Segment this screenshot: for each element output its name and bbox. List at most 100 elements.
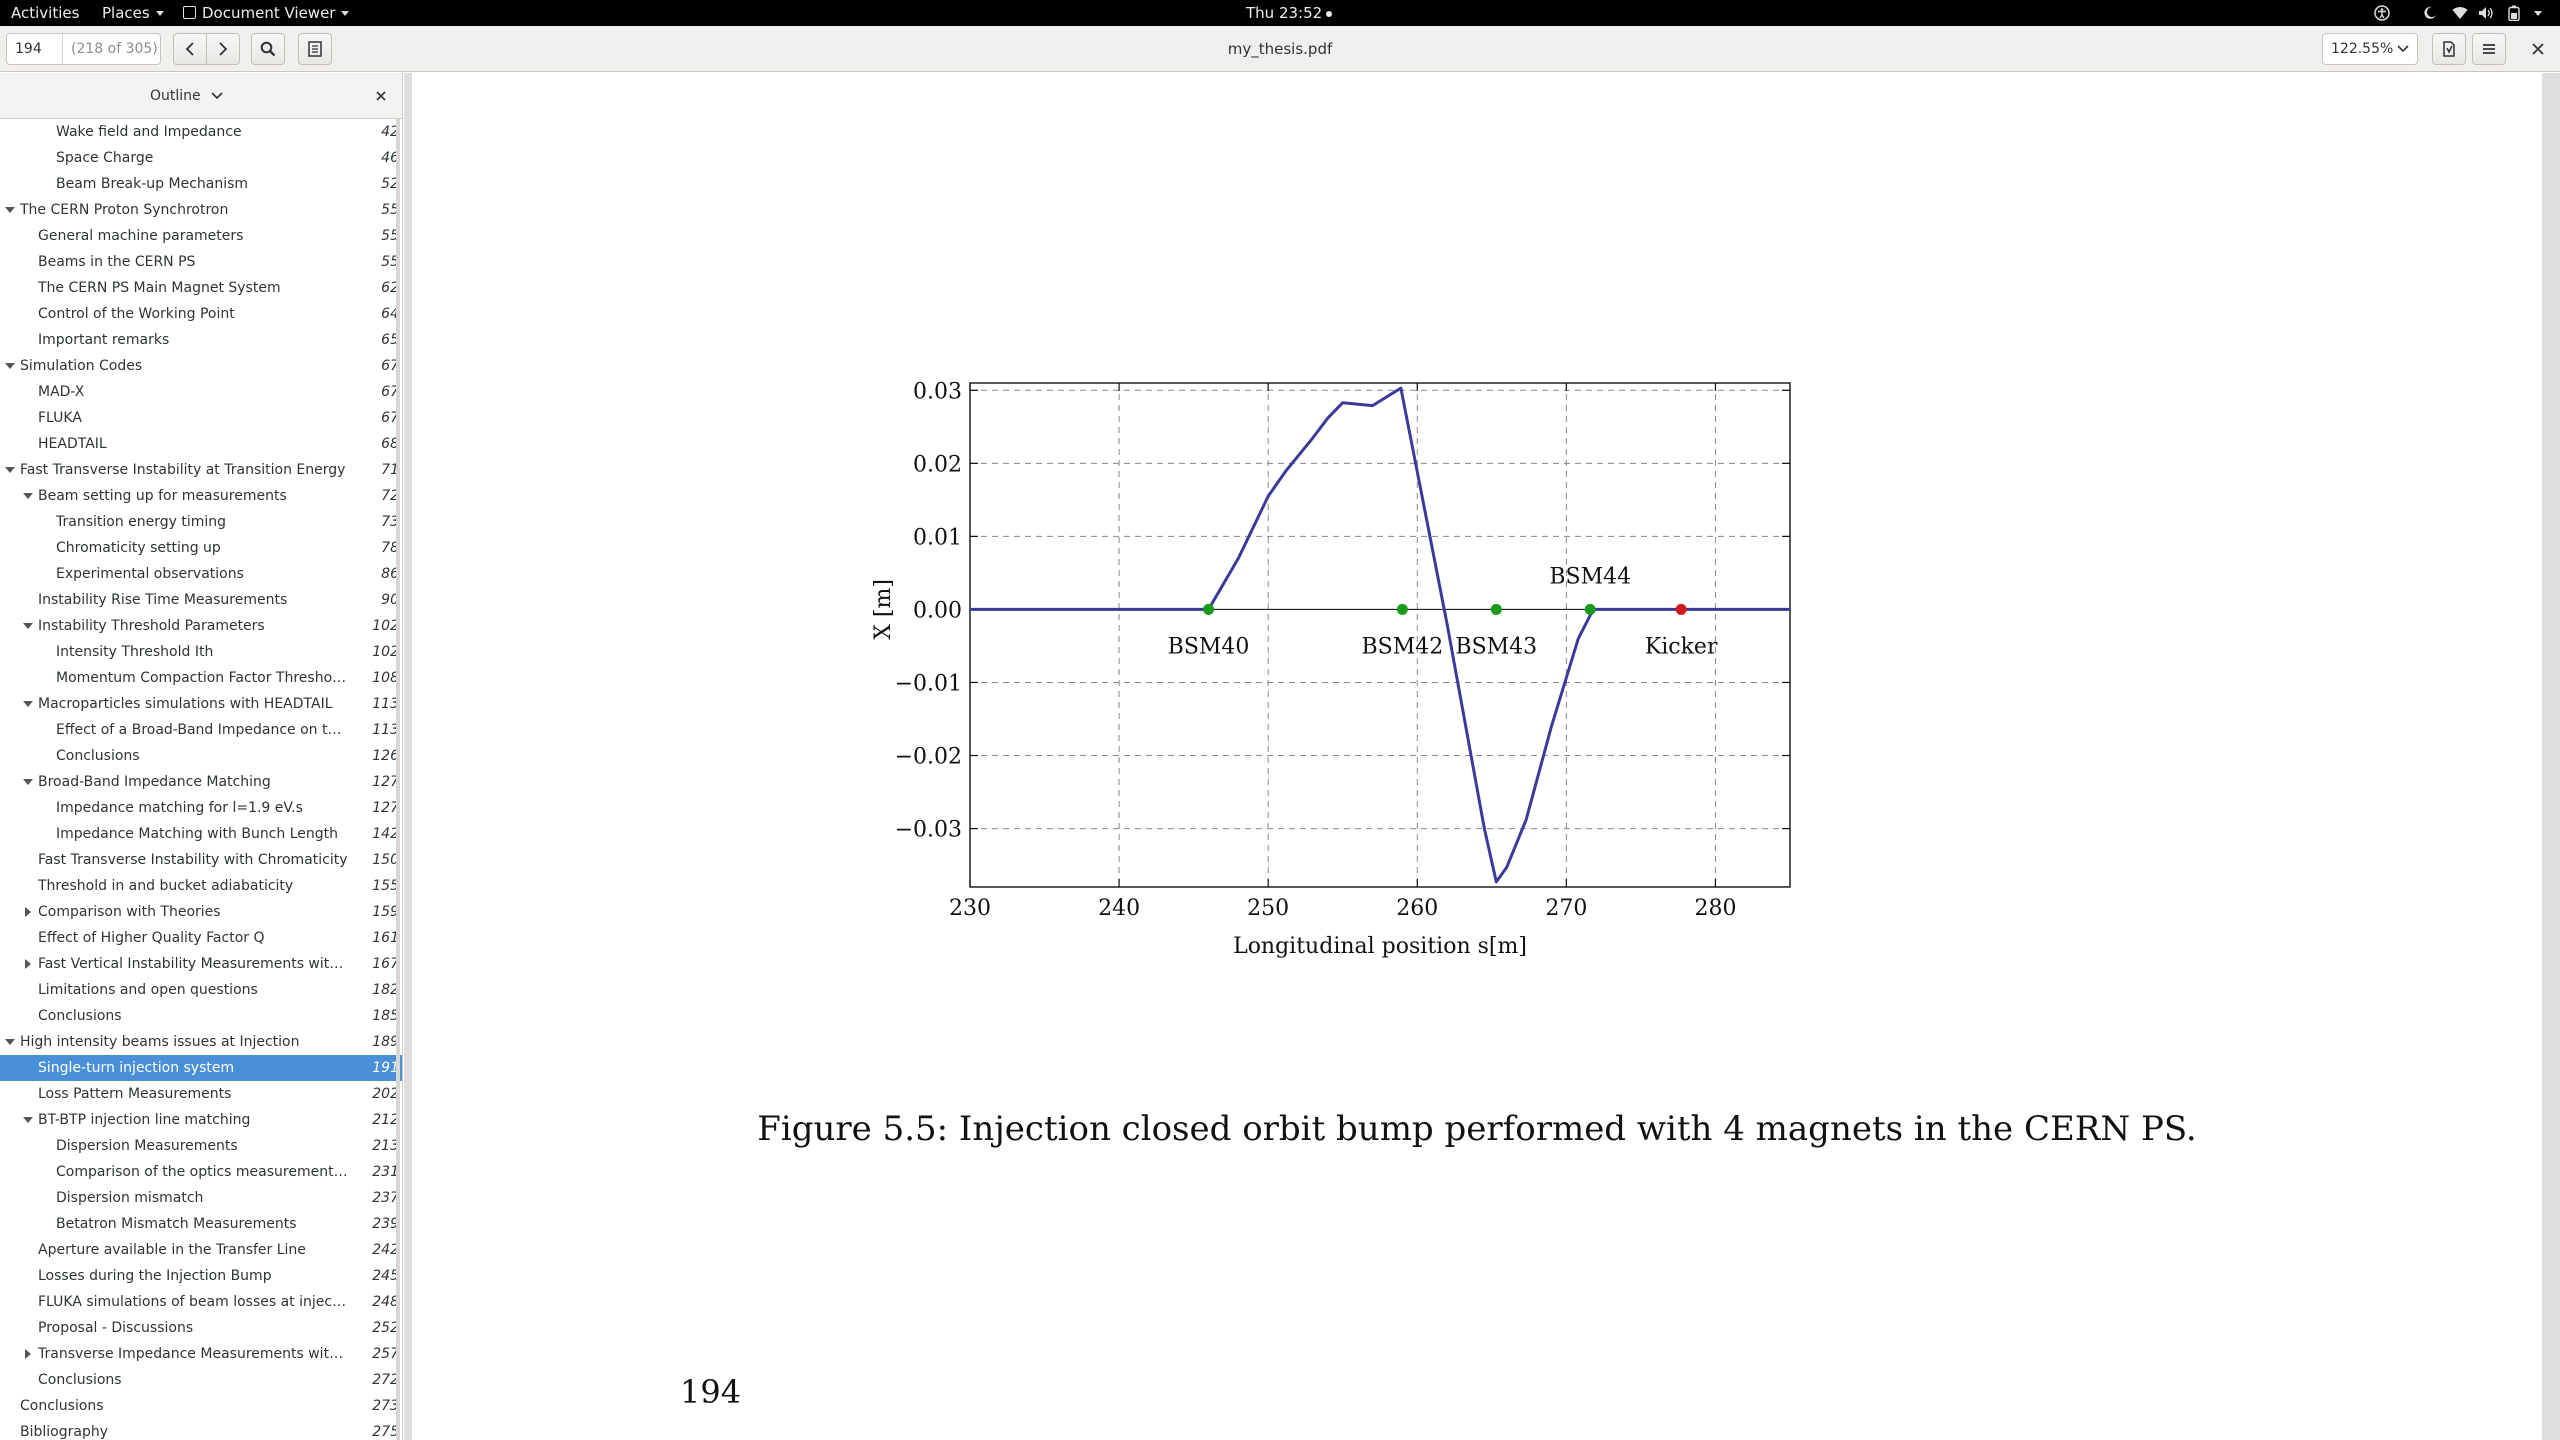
expander-expanded-icon[interactable] [20, 769, 36, 795]
battery-icon[interactable] [2502, 0, 2526, 26]
go-next-icon [219, 42, 228, 56]
outline-item[interactable]: Dispersion mismatch 237 [0, 1185, 402, 1211]
expander-collapsed-icon[interactable] [20, 951, 36, 977]
outline-item-page: 86 [381, 566, 399, 582]
outline-item-page: 142 [372, 826, 399, 842]
find-button[interactable] [251, 33, 285, 65]
outline-item[interactable]: Conclusions 185 [0, 1003, 402, 1029]
outline-item[interactable]: FLUKA 67 [0, 405, 402, 431]
expander-expanded-icon[interactable] [2, 457, 18, 483]
magnet-marker [1203, 603, 1215, 615]
outline-item[interactable]: Aperture available in the Transfer Line 2… [0, 1237, 402, 1263]
outline-item[interactable]: Effect of Higher Quality Factor Q 161 [0, 925, 402, 951]
wifi-icon[interactable] [2448, 0, 2472, 26]
outline-item[interactable]: Impedance matching for l=1.9 eV.s 127 [0, 795, 402, 821]
outline-item[interactable]: Effect of a Broad-Band Impedance on the … [0, 717, 402, 743]
expander-expanded-icon[interactable] [20, 483, 36, 509]
night-light-icon[interactable] [2418, 0, 2442, 26]
expander-expanded-icon[interactable] [20, 613, 36, 639]
document-scrollbar[interactable] [2548, 73, 2554, 1440]
activities-button[interactable]: Activities [11, 0, 79, 26]
outline-item[interactable]: Threshold in and bucket adiabaticity 155 [0, 873, 402, 899]
outline-item[interactable]: Proposal - Discussions 252 [0, 1315, 402, 1341]
outline-item[interactable]: High intensity beams issues at Injection… [0, 1029, 402, 1055]
outline-item[interactable]: Transverse Impedance Measurements with B… [0, 1341, 402, 1367]
outline-item[interactable]: Fast Transverse Instability at Transitio… [0, 457, 402, 483]
outline-item[interactable]: Single-turn injection system 191 [0, 1055, 402, 1081]
outline-item[interactable]: Losses during the Injection Bump 245 [0, 1263, 402, 1289]
outline-item[interactable]: Fast Transverse Instability with Chromat… [0, 847, 402, 873]
outline-item[interactable]: Instability Threshold Parameters 102 [0, 613, 402, 639]
outline-item-page: 71 [381, 462, 399, 478]
outline-item[interactable]: Intensity Threshold Ith 102 [0, 639, 402, 665]
outline-item[interactable]: Conclusions 126 [0, 743, 402, 769]
app-menu-label: Document Viewer [202, 4, 336, 22]
expander-collapsed-icon[interactable] [20, 1341, 36, 1367]
zoom-selector[interactable]: 122.55% [2322, 33, 2418, 65]
outline-item[interactable]: The CERN Proton Synchrotron 55 [0, 197, 402, 223]
outline-item[interactable]: FLUKA simulations of beam losses at inje… [0, 1289, 402, 1315]
outline-item[interactable]: Macroparticles simulations with HEADTAIL… [0, 691, 402, 717]
outline-item[interactable]: Important remarks 65 [0, 327, 402, 353]
outline-item[interactable]: Wake field and Impedance 42 [0, 119, 402, 145]
window-close-button[interactable] [2522, 33, 2554, 65]
outline-item[interactable]: Space Charge 46 [0, 145, 402, 171]
page-selector: (218 of 305) [6, 33, 161, 65]
outline-item[interactable]: MAD-X 67 [0, 379, 402, 405]
outline-item[interactable]: General machine parameters 55 [0, 223, 402, 249]
outline-item[interactable]: Transition energy timing 73 [0, 509, 402, 535]
outline-item[interactable]: Instability Rise Time Measurements 90 [0, 587, 402, 613]
outline-item[interactable]: Beams in the CERN PS 55 [0, 249, 402, 275]
outline-item[interactable]: Limitations and open questions 182 [0, 977, 402, 1003]
outline-item[interactable]: Beam setting up for measurements 72 [0, 483, 402, 509]
main-menu-button[interactable] [2472, 33, 2506, 65]
app-menu-caret-icon [341, 11, 350, 16]
clock[interactable]: Thu 23:52 [1246, 0, 1333, 26]
outline-item[interactable]: Betatron Mismatch Measurements 239 [0, 1211, 402, 1237]
outline-item-label: Fast Vertical Instability Measurements w… [38, 956, 350, 972]
next-page-button[interactable] [206, 33, 240, 65]
outline-item[interactable]: Fast Vertical Instability Measurements w… [0, 951, 402, 977]
outline-item[interactable]: Conclusions 273 [0, 1393, 402, 1419]
volume-icon[interactable] [2474, 0, 2498, 26]
outline-item[interactable]: Comparison with Theories 159 [0, 899, 402, 925]
outline-item-label: Limitations and open questions [38, 982, 258, 998]
outline-item[interactable]: Dispersion Measurements 213 [0, 1133, 402, 1159]
expander-expanded-icon[interactable] [20, 691, 36, 717]
outline-item-label: Aperture available in the Transfer Line [38, 1242, 306, 1258]
outline-item[interactable]: Loss Pattern Measurements 202 [0, 1081, 402, 1107]
outline-item[interactable]: Impedance Matching with Bunch Length 142 [0, 821, 402, 847]
sidebar-toggle-button[interactable] [298, 33, 332, 65]
outline-item[interactable]: Momentum Compaction Factor Threshold th 1… [0, 665, 402, 691]
x-tick-label: 270 [1545, 896, 1587, 921]
outline-item[interactable]: Experimental observations 86 [0, 561, 402, 587]
annotations-button[interactable] [2432, 33, 2466, 65]
outline-item[interactable]: The CERN PS Main Magnet System 62 [0, 275, 402, 301]
y-tick-label: 0.00 [913, 598, 962, 623]
outline-item[interactable]: Control of the Working Point 64 [0, 301, 402, 327]
outline-item-label: Single-turn injection system [38, 1060, 235, 1076]
outline-item[interactable]: Comparison of the optics measurements wi… [0, 1159, 402, 1185]
sidebar-scrollbar[interactable] [396, 119, 400, 1440]
outline-item[interactable]: Broad-Band Impedance Matching 127 [0, 769, 402, 795]
outline-item[interactable]: BT-BTP injection line matching 212 [0, 1107, 402, 1133]
outline-item[interactable]: Conclusions 272 [0, 1367, 402, 1393]
expander-expanded-icon[interactable] [2, 353, 18, 379]
outline-item[interactable]: Beam Break-up Mechanism 52 [0, 171, 402, 197]
places-menu[interactable]: Places [102, 0, 164, 26]
expander-expanded-icon[interactable] [20, 1107, 36, 1133]
outline-item[interactable]: Bibliography 275 [0, 1419, 402, 1440]
expander-expanded-icon[interactable] [2, 1029, 18, 1055]
sidebar-mode-selector[interactable]: Outline [150, 81, 223, 111]
page-number-input[interactable] [7, 34, 63, 64]
sidebar-close-button[interactable] [370, 85, 392, 107]
outline-item[interactable]: Chromaticity setting up 78 [0, 535, 402, 561]
expander-expanded-icon[interactable] [2, 197, 18, 223]
app-menu[interactable]: Document Viewer [183, 0, 350, 26]
accessibility-icon[interactable] [2370, 0, 2394, 26]
expander-collapsed-icon[interactable] [20, 899, 36, 925]
system-menu-caret-icon[interactable] [2526, 0, 2550, 26]
outline-item[interactable]: Simulation Codes 67 [0, 353, 402, 379]
outline-item[interactable]: HEADTAIL 68 [0, 431, 402, 457]
previous-page-button[interactable] [173, 33, 207, 65]
